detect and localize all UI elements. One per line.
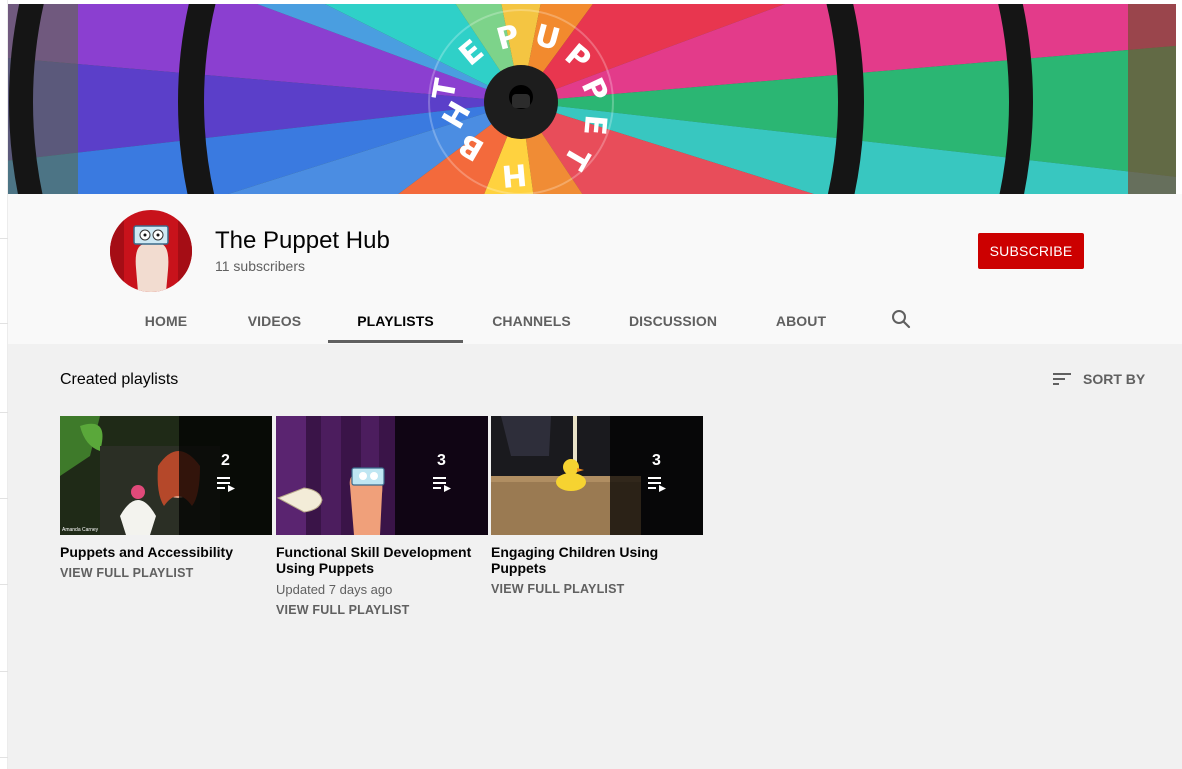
tab-discussion[interactable]: DISCUSSION xyxy=(600,297,746,344)
playlist-count-overlay: 3 xyxy=(610,416,703,535)
playlist-title[interactable]: Functional Skill Development Using Puppe… xyxy=(276,544,488,576)
gutter-divider xyxy=(0,757,8,758)
subscriber-count: 11 subscribers xyxy=(215,258,306,274)
playlist-title[interactable]: Puppets and Accessibility xyxy=(60,544,272,560)
page: H T E P U P P E T H B The Puppet Hub 11 … xyxy=(0,0,1182,769)
sort-by-button[interactable]: SORT BY xyxy=(1052,370,1145,388)
playlist-updated: Updated 7 days ago xyxy=(276,582,393,597)
gutter-divider xyxy=(0,412,8,413)
gutter-divider xyxy=(0,238,8,239)
thumbnail-caption: Amanda Carney xyxy=(62,527,99,533)
playlist-icon xyxy=(647,476,666,492)
playlist-title[interactable]: Engaging Children Using Puppets xyxy=(491,544,703,576)
video-count: 3 xyxy=(652,451,661,469)
channel-avatar[interactable] xyxy=(110,210,192,292)
section-title: Created playlists xyxy=(60,371,179,388)
video-count: 3 xyxy=(437,451,446,469)
search-icon[interactable] xyxy=(890,308,912,330)
subscribe-button[interactable]: SUBSCRIBE xyxy=(978,233,1084,269)
playlist-thumbnail[interactable]: 3 xyxy=(276,416,488,535)
playlist-count-overlay: 3 xyxy=(395,416,488,535)
playlist-card: 3 Functional Skill Development Using Pup… xyxy=(276,416,488,617)
sort-icon xyxy=(1053,373,1071,385)
channel-header: The Puppet Hub 11 subscribers SUBSCRIBE … xyxy=(8,194,1182,344)
playlist-icon xyxy=(432,476,451,492)
view-full-playlist-link[interactable]: VIEW FULL PLAYLIST xyxy=(491,582,703,596)
tab-about[interactable]: ABOUT xyxy=(746,297,856,344)
channel-banner: H T E P U P P E T H B xyxy=(8,4,1176,194)
tab-channels[interactable]: CHANNELS xyxy=(463,297,600,344)
playlist-count-overlay: 2 xyxy=(179,416,272,535)
playlist-card: 3 Engaging Children Using Puppets VIEW F… xyxy=(491,416,703,596)
playlist-thumbnail[interactable]: 3 xyxy=(491,416,703,535)
playlist-thumbnail[interactable]: Amanda Carney 2 xyxy=(60,416,272,535)
tab-playlists[interactable]: PLAYLISTS xyxy=(328,297,463,344)
video-count: 2 xyxy=(221,451,230,469)
tab-home[interactable]: HOME xyxy=(111,297,221,344)
gutter-divider xyxy=(0,671,8,672)
sort-by-label: SORT BY xyxy=(1083,371,1146,387)
gutter-divider xyxy=(0,584,8,585)
playlist-icon xyxy=(216,476,235,492)
playlists-section: Created playlists SORT BY Amanda Carney … xyxy=(8,344,1182,769)
puppet-avatar-image xyxy=(110,210,192,292)
playlist-card: Amanda Carney 2 Puppets and Accessibilit… xyxy=(60,416,272,580)
svg-text:H: H xyxy=(500,156,528,193)
svg-text:E: E xyxy=(576,113,613,136)
channel-tabs: HOME VIDEOS PLAYLISTS CHANNELS DISCUSSIO… xyxy=(111,297,856,344)
gutter-divider xyxy=(0,498,8,499)
tab-videos[interactable]: VIDEOS xyxy=(221,297,328,344)
view-full-playlist-link[interactable]: VIEW FULL PLAYLIST xyxy=(276,603,488,617)
gutter-divider xyxy=(0,323,8,324)
left-gutter xyxy=(0,0,8,769)
view-full-playlist-link[interactable]: VIEW FULL PLAYLIST xyxy=(60,566,272,580)
pinwheel-banner-art: H T E P U P P E T H B xyxy=(8,4,1176,194)
channel-name: The Puppet Hub xyxy=(215,227,390,254)
